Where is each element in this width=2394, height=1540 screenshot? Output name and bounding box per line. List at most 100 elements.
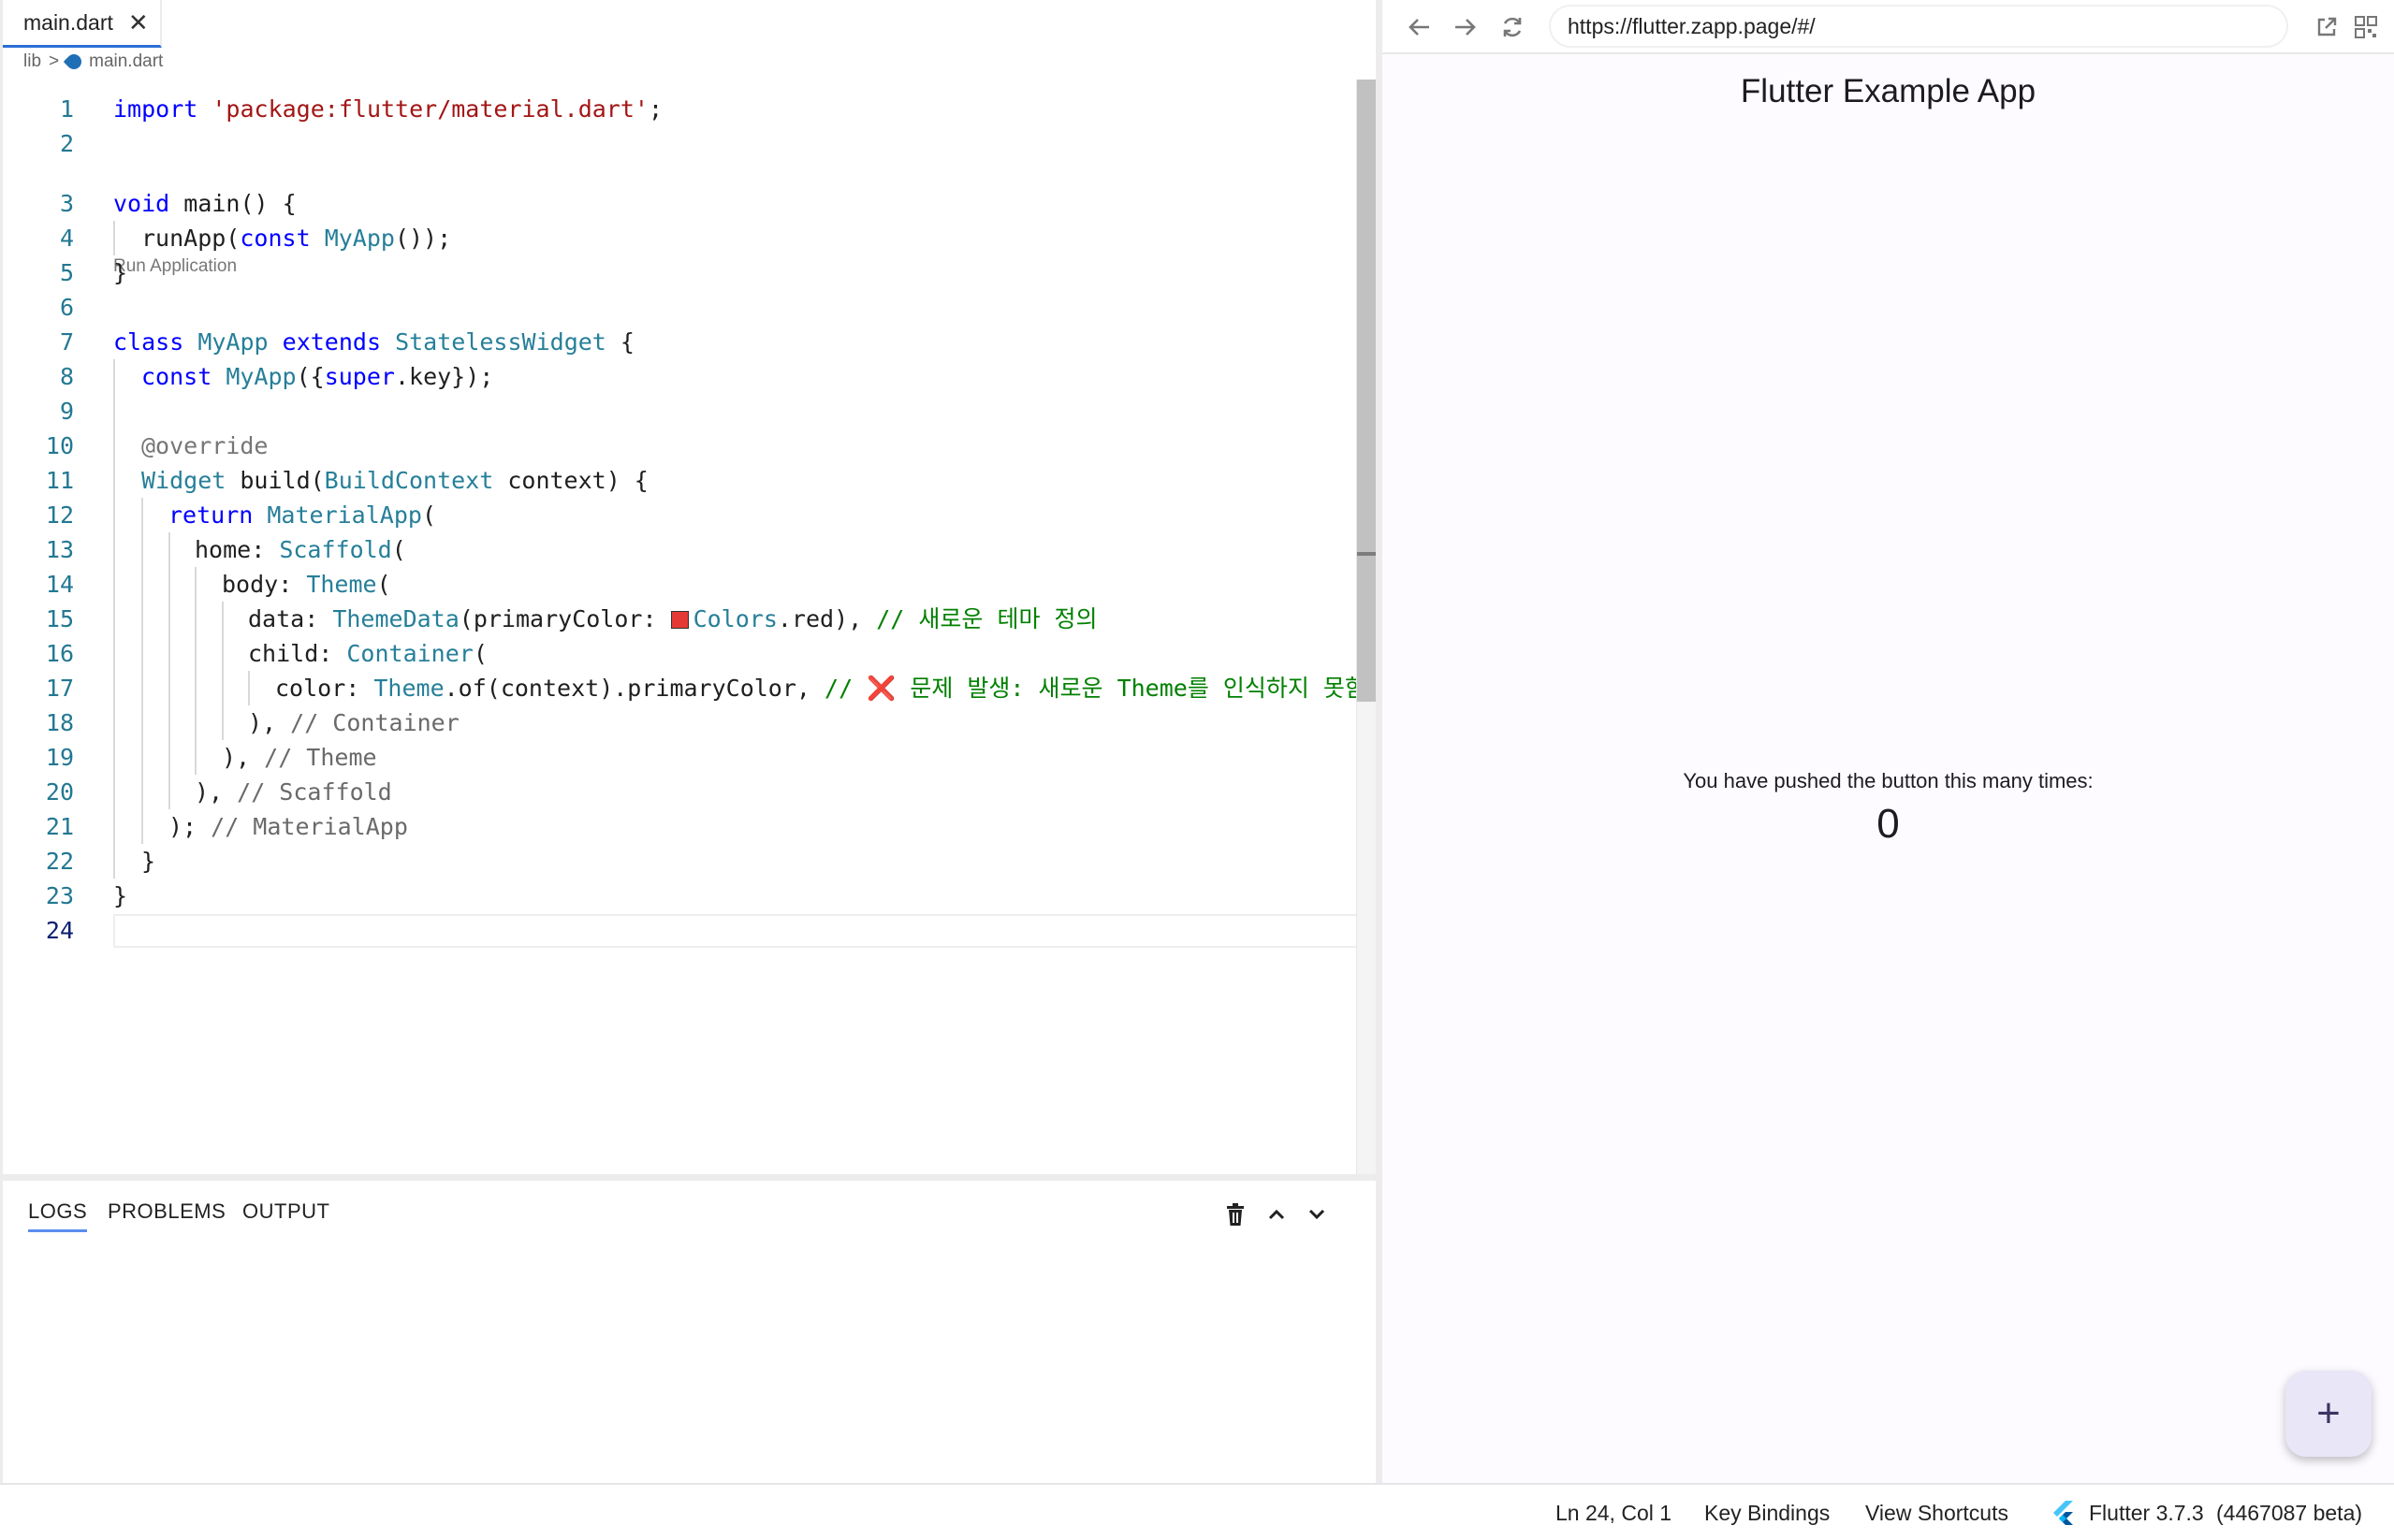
code-token: body: bbox=[222, 571, 307, 598]
dart-file-icon bbox=[63, 51, 85, 73]
increment-fab-button[interactable]: + bbox=[2285, 1371, 2372, 1457]
indent-guide bbox=[195, 740, 197, 775]
code-editor: main.dart ✕ lib > main.dart 1 import 'pac… bbox=[0, 0, 1378, 1174]
code-line: 21); // MaterialApp bbox=[3, 809, 1350, 844]
status-bar: Ln 24, Col 1 Key Bindings View Shortcuts… bbox=[0, 1483, 2394, 1540]
indent-guide bbox=[195, 705, 197, 740]
code-token: Colors bbox=[693, 605, 778, 632]
chevron-up-icon[interactable] bbox=[1263, 1201, 1290, 1228]
flutter-build[interactable]: (4467087 beta) bbox=[2216, 1501, 2362, 1526]
code-token: main() { bbox=[169, 190, 297, 217]
current-line-highlight bbox=[113, 914, 1377, 948]
indent-guide bbox=[113, 602, 115, 636]
indent-guide bbox=[168, 602, 170, 636]
indent-guide bbox=[168, 740, 170, 775]
code-token: ( bbox=[376, 571, 391, 598]
flutter-version[interactable]: Flutter 3.7.3 bbox=[2089, 1501, 2204, 1526]
line-number: 7 bbox=[59, 328, 74, 356]
indent-guide bbox=[113, 567, 115, 602]
code-token: ({ bbox=[296, 363, 325, 390]
close-icon[interactable]: ✕ bbox=[128, 8, 149, 37]
code-token: const bbox=[240, 225, 311, 252]
breadcrumb-file[interactable]: main.dart bbox=[89, 51, 163, 72]
code-comment: // Theme bbox=[264, 744, 377, 771]
code-token: ), bbox=[222, 744, 265, 771]
counter-value: 0 bbox=[1876, 801, 1900, 847]
code-token: Container bbox=[346, 640, 474, 667]
tab-label: main.dart bbox=[23, 9, 113, 35]
line-number: 16 bbox=[45, 640, 74, 667]
key-bindings-button[interactable]: Key Bindings bbox=[1704, 1501, 1830, 1526]
code-line: 4 runApp(const MyApp()); bbox=[3, 221, 1350, 255]
tab-problems[interactable]: PROBLEMS bbox=[108, 1199, 226, 1224]
code-line: 5} bbox=[3, 255, 1350, 290]
line-number: 4 bbox=[59, 225, 74, 252]
indent-guide bbox=[141, 705, 143, 740]
code-token: StatelessWidget bbox=[395, 328, 606, 356]
line-number: 12 bbox=[45, 501, 74, 529]
code-token: BuildContext bbox=[324, 467, 494, 494]
indent-guide bbox=[222, 602, 224, 636]
code-line: 20), // Scaffold bbox=[3, 775, 1350, 809]
code-area[interactable]: 1 import 'package:flutter/material.dart';… bbox=[3, 92, 1366, 1168]
indent-guide bbox=[113, 429, 115, 463]
color-swatch[interactable] bbox=[670, 611, 689, 629]
code-token: MyApp bbox=[197, 328, 269, 356]
indent-guide bbox=[195, 567, 197, 602]
code-token: runApp( bbox=[141, 225, 241, 252]
chevron-down-icon[interactable] bbox=[1304, 1201, 1330, 1228]
view-shortcuts-button[interactable]: View Shortcuts bbox=[1865, 1501, 2008, 1526]
editor-tab-bar: main.dart ✕ bbox=[3, 0, 1376, 48]
code-token: ()); bbox=[394, 225, 452, 252]
code-token: } bbox=[113, 882, 128, 909]
scrollbar-thumb[interactable] bbox=[1357, 80, 1378, 702]
open-external-icon[interactable] bbox=[2311, 11, 2343, 43]
code-token: Theme bbox=[306, 571, 377, 598]
zapp-editor-window: main.dart ✕ lib > main.dart 1 import 'pac… bbox=[0, 0, 2394, 1540]
indent-guide bbox=[113, 463, 115, 498]
url-input[interactable]: https://flutter.zapp.page/#/ bbox=[1549, 5, 2288, 48]
line-number: 2 bbox=[59, 130, 74, 157]
code-comment: // 새로운 테마 정의 bbox=[876, 605, 1098, 632]
line-number: 24 bbox=[45, 917, 74, 944]
indent-guide bbox=[113, 809, 115, 844]
code-line: 15 data: ThemeData(primaryColor: Colors.r… bbox=[3, 602, 1350, 636]
line-number: 18 bbox=[45, 709, 74, 736]
breadcrumb-folder[interactable]: lib bbox=[23, 51, 41, 72]
vertical-scrollbar[interactable] bbox=[1356, 80, 1378, 1174]
back-arrow-icon[interactable] bbox=[1403, 11, 1435, 43]
code-token: MaterialApp bbox=[267, 501, 422, 529]
tab-output[interactable]: OUTPUT bbox=[242, 1199, 329, 1224]
indent-guide bbox=[141, 636, 143, 671]
app-bar-title: Flutter Example App bbox=[1740, 73, 2036, 109]
breadcrumb: lib > main.dart bbox=[23, 51, 163, 73]
indent-guide bbox=[113, 394, 115, 429]
qr-code-icon[interactable] bbox=[2350, 11, 2382, 43]
cursor-position[interactable]: Ln 24, Col 1 bbox=[1555, 1501, 1671, 1526]
code-token: @override bbox=[141, 432, 269, 459]
line-number: 17 bbox=[45, 675, 74, 702]
code-token: .key}); bbox=[394, 363, 494, 390]
code-token: .red), bbox=[777, 605, 877, 632]
trash-icon[interactable] bbox=[1222, 1201, 1248, 1228]
code-token: class bbox=[113, 328, 184, 356]
code-token: super bbox=[324, 363, 395, 390]
forward-arrow-icon[interactable] bbox=[1450, 11, 1482, 43]
line-number: 13 bbox=[45, 536, 74, 563]
tab-main-dart[interactable]: main.dart ✕ bbox=[3, 0, 162, 48]
code-line: 9 bbox=[3, 394, 1350, 429]
indent-guide bbox=[141, 532, 143, 567]
line-number: 1 bbox=[59, 95, 74, 123]
code-token: (primaryColor: bbox=[459, 605, 671, 632]
tab-logs[interactable]: LOGS bbox=[28, 1199, 88, 1232]
line-number: 9 bbox=[59, 398, 74, 425]
indent-guide bbox=[168, 775, 170, 809]
code-token: ThemeData bbox=[332, 605, 460, 632]
indent-guide bbox=[113, 705, 115, 740]
refresh-icon[interactable] bbox=[1496, 11, 1528, 43]
indent-guide bbox=[168, 671, 170, 705]
code-token: child: bbox=[248, 640, 347, 667]
code-line: 18), // Container bbox=[3, 705, 1350, 740]
